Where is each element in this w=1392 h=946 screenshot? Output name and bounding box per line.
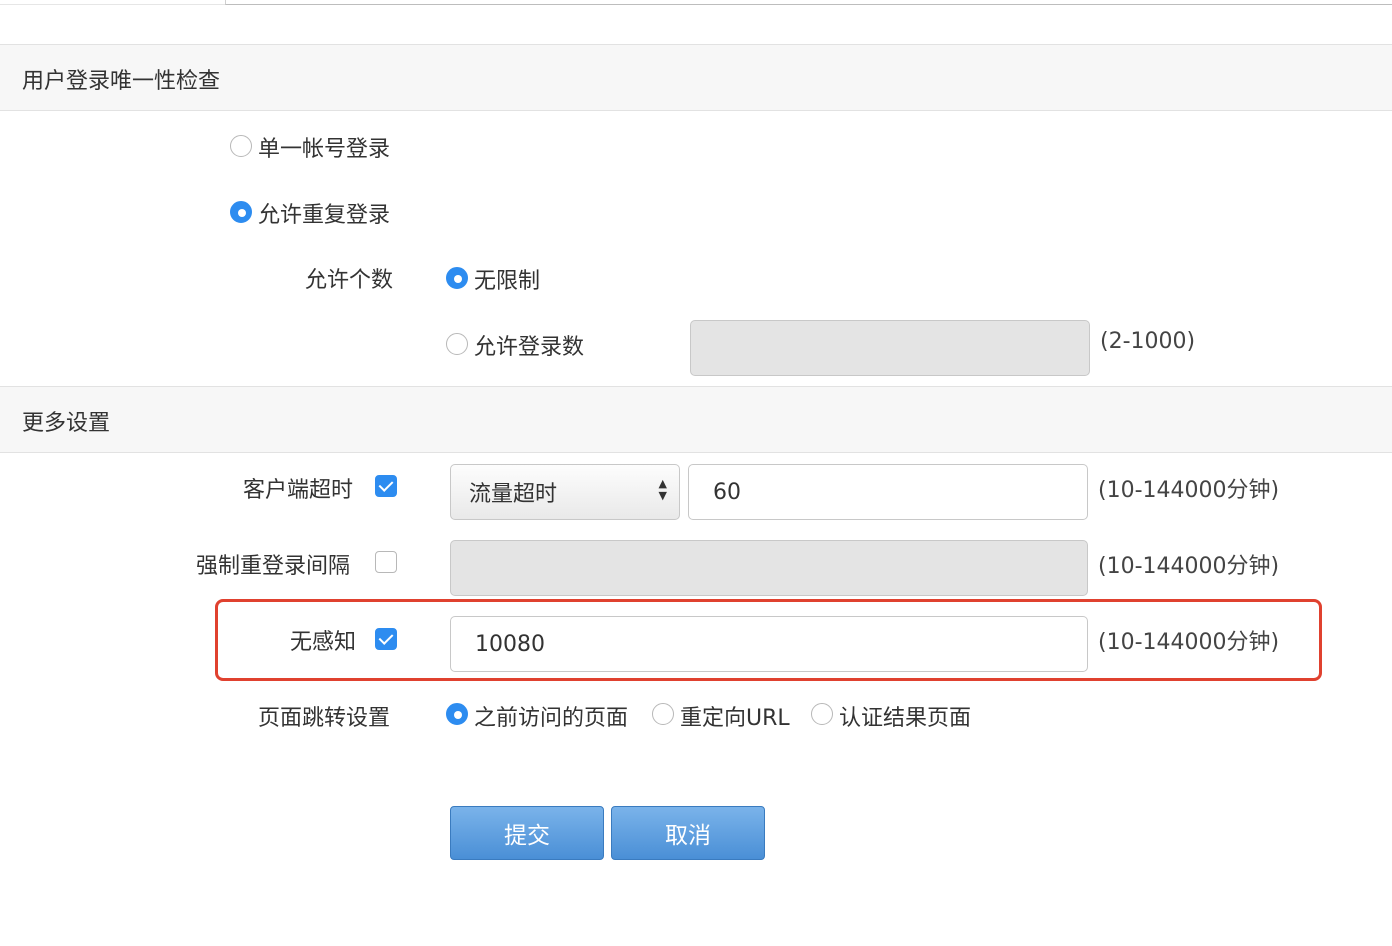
- client-timeout-label: 客户端超时: [243, 478, 354, 503]
- client-timeout-checkbox[interactable]: [375, 475, 397, 497]
- client-timeout-range: (10-144000分钟): [1098, 478, 1280, 503]
- single-account-radio[interactable]: [230, 135, 252, 157]
- redirect-label: 页面跳转设置: [258, 706, 391, 731]
- redirect-url-label: 重定向URL: [680, 706, 790, 731]
- allowed-login-count-label: 允许登录数: [474, 335, 585, 360]
- seamless-label: 无感知: [290, 630, 357, 655]
- force-relogin-range: (10-144000分钟): [1098, 554, 1280, 579]
- unlimited-label: 无限制: [474, 269, 541, 294]
- top-input-edge: [225, 0, 1392, 5]
- seamless-checkbox[interactable]: [375, 628, 397, 650]
- redirect-previous-page-radio[interactable]: [446, 703, 468, 725]
- redirect-auth-result-radio[interactable]: [811, 703, 833, 725]
- seamless-input[interactable]: 10080: [450, 616, 1088, 672]
- redirect-url-radio[interactable]: [652, 703, 674, 725]
- client-timeout-input[interactable]: 60: [688, 464, 1088, 520]
- cancel-button[interactable]: 取消: [611, 806, 765, 860]
- allowed-login-count-input[interactable]: [690, 320, 1090, 376]
- allowed-login-count-radio[interactable]: [446, 333, 468, 355]
- redirect-auth-result-label: 认证结果页面: [839, 706, 972, 731]
- top-divider-left: [0, 0, 225, 5]
- single-account-label: 单一帐号登录: [258, 137, 391, 162]
- select-value: 流量超时: [469, 482, 558, 507]
- submit-button[interactable]: 提交: [450, 806, 604, 860]
- force-relogin-label: 强制重登录间隔: [196, 554, 351, 579]
- allowed-count-label: 允许个数: [305, 268, 394, 293]
- force-relogin-checkbox[interactable]: [375, 551, 397, 573]
- unlimited-radio[interactable]: [446, 267, 468, 289]
- seamless-range: (10-144000分钟): [1098, 630, 1280, 655]
- redirect-previous-page-label: 之前访问的页面: [474, 706, 629, 731]
- select-updown-icon: ▲ ▼: [658, 477, 667, 502]
- section-header-more-settings: 更多设置: [0, 386, 1392, 453]
- client-timeout-type-select[interactable]: 流量超时 ▲ ▼: [450, 464, 680, 520]
- section-title: 用户登录唯一性检查: [22, 69, 221, 94]
- allow-duplicate-label: 允许重复登录: [258, 203, 391, 228]
- section-header-login-uniqueness: 用户登录唯一性检查: [0, 44, 1392, 111]
- allowed-login-count-range: (2-1000): [1100, 329, 1196, 354]
- section-title: 更多设置: [22, 411, 111, 436]
- allow-duplicate-radio[interactable]: [230, 201, 252, 223]
- force-relogin-input[interactable]: [450, 540, 1088, 596]
